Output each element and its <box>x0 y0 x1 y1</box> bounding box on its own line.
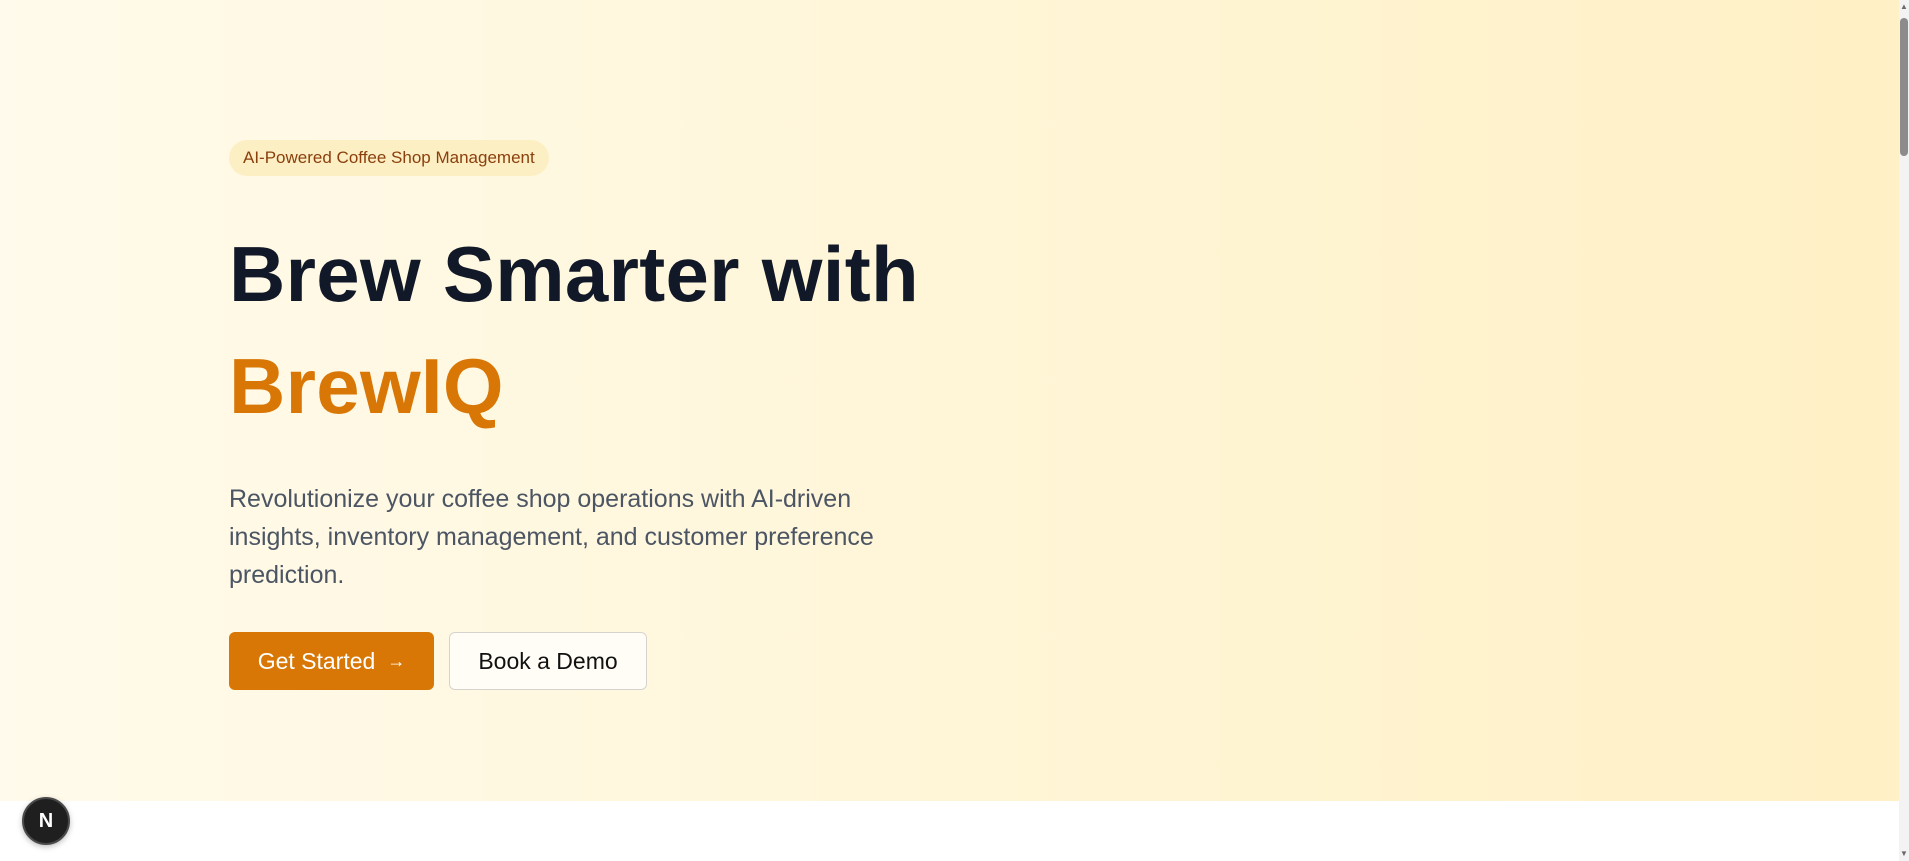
get-started-label: Get Started <box>257 647 376 674</box>
hero-headline: Brew Smarter with BrewIQ <box>229 218 989 442</box>
arrow-right-icon: → <box>387 650 406 671</box>
hero-section: AI-Powered Coffee Shop Management Brew S… <box>0 0 1899 801</box>
nextjs-dev-indicator[interactable]: N <box>22 797 70 845</box>
headline-text: Brew Smarter with <box>229 230 919 318</box>
scrollbar-thumb[interactable] <box>1900 18 1908 156</box>
book-demo-label: Book a Demo <box>478 647 618 674</box>
feature-badge: AI-Powered Coffee Shop Management <box>229 140 549 176</box>
scroll-up-icon[interactable]: ▲ <box>1900 2 1908 12</box>
brand-name: BrewIQ <box>229 342 504 430</box>
vertical-scrollbar[interactable]: ▲ ▼ <box>1899 0 1909 861</box>
nextjs-logo-icon: N <box>38 809 54 832</box>
book-demo-button[interactable]: Book a Demo <box>449 632 647 690</box>
get-started-button[interactable]: Get Started → <box>229 632 434 690</box>
scroll-down-icon[interactable]: ▼ <box>1900 849 1908 859</box>
hero-description: Revolutionize your coffee shop operation… <box>229 485 874 589</box>
page: AI-Powered Coffee Shop Management Brew S… <box>0 0 1909 861</box>
hero-content: AI-Powered Coffee Shop Management Brew S… <box>229 140 989 690</box>
hero-actions: Get Started → Book a Demo <box>229 632 989 690</box>
